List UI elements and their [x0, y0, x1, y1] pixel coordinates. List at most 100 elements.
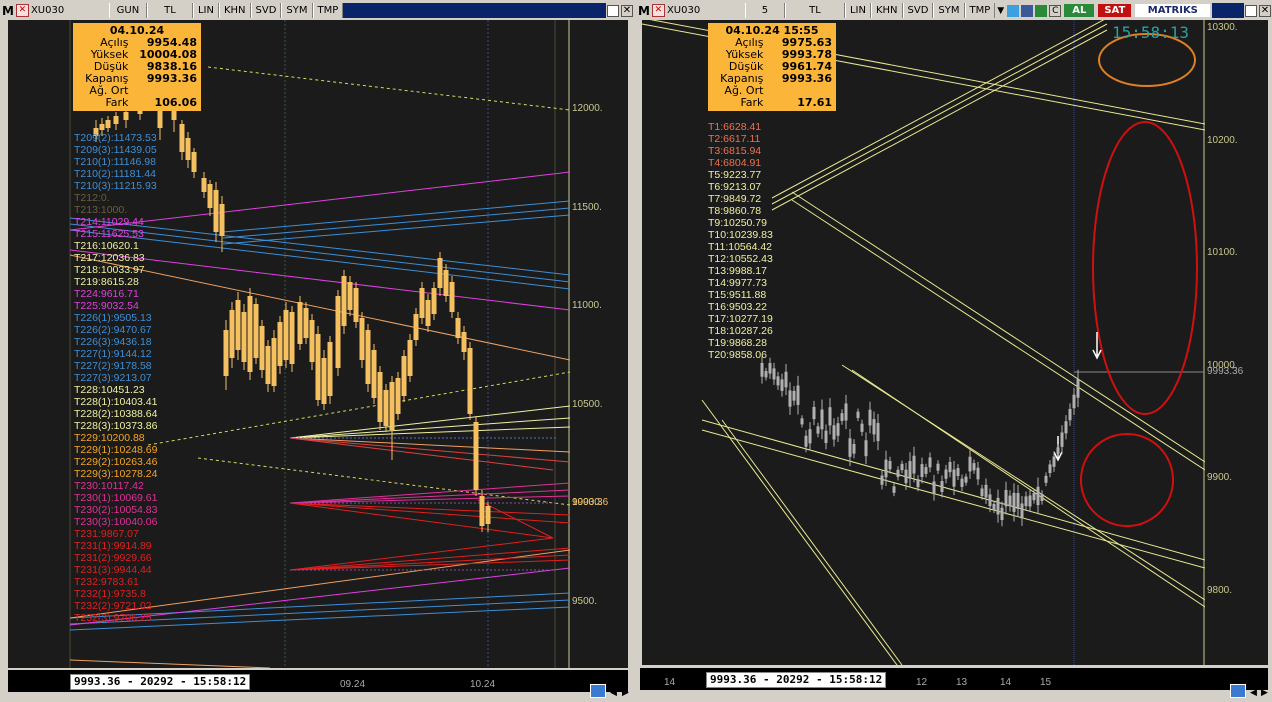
- twitter-icon[interactable]: [1007, 4, 1020, 17]
- candle[interactable]: [1020, 503, 1024, 519]
- symbol-flag-icon[interactable]: ✕: [15, 4, 29, 17]
- level-label[interactable]: T229(2):10263.46: [74, 456, 157, 468]
- candle[interactable]: [916, 479, 920, 488]
- level-label[interactable]: T230(2):10054.83: [74, 504, 157, 516]
- right-symbol[interactable]: XU030: [667, 5, 745, 16]
- candle[interactable]: [353, 288, 359, 322]
- candle[interactable]: [223, 330, 229, 376]
- candle[interactable]: [1008, 495, 1012, 507]
- candle[interactable]: [219, 204, 225, 236]
- candle[interactable]: [988, 494, 992, 507]
- candle[interactable]: [1012, 492, 1016, 512]
- trend-line[interactable]: [289, 417, 570, 439]
- candle[interactable]: [401, 356, 407, 396]
- candle[interactable]: [844, 403, 848, 421]
- candle[interactable]: [431, 288, 437, 314]
- level-label[interactable]: T232:9783.61: [74, 576, 157, 588]
- candle[interactable]: [760, 362, 764, 377]
- tmp-button[interactable]: TMP: [312, 3, 344, 18]
- trend-line[interactable]: [147, 371, 570, 446]
- candle[interactable]: [247, 296, 253, 372]
- candle[interactable]: [259, 326, 265, 370]
- khn-button[interactable]: KHN: [218, 3, 251, 18]
- candle[interactable]: [377, 372, 383, 422]
- trend-line[interactable]: [289, 426, 570, 439]
- level-label[interactable]: T5:9223.77: [708, 169, 773, 181]
- candle[interactable]: [425, 300, 431, 326]
- candle[interactable]: [443, 270, 449, 296]
- candle[interactable]: [980, 488, 984, 497]
- candle[interactable]: [201, 178, 207, 192]
- level-label[interactable]: T210(1):11146.98: [74, 156, 157, 168]
- level-label[interactable]: T230:10117.42: [74, 480, 157, 492]
- trend-line[interactable]: [791, 191, 1205, 463]
- buy-button[interactable]: AL: [1064, 4, 1095, 17]
- candle[interactable]: [884, 459, 888, 478]
- candle[interactable]: [772, 368, 776, 380]
- level-label[interactable]: T230(3):10040.06: [74, 516, 157, 528]
- candle[interactable]: [413, 314, 419, 340]
- candle[interactable]: [1044, 475, 1048, 483]
- trend-line[interactable]: [701, 429, 1205, 569]
- candle[interactable]: [964, 476, 968, 483]
- trend-line[interactable]: [851, 369, 1205, 608]
- candle[interactable]: [371, 350, 377, 398]
- close-icon[interactable]: ✕: [1259, 4, 1271, 17]
- candle[interactable]: [303, 308, 309, 338]
- candle[interactable]: [185, 138, 191, 160]
- level-label[interactable]: T10:10239.83: [708, 229, 773, 241]
- khn-button[interactable]: KHN: [870, 3, 903, 18]
- candle[interactable]: [191, 152, 197, 172]
- level-label[interactable]: T232(3):9706.25: [74, 612, 157, 624]
- candle[interactable]: [157, 110, 163, 128]
- trend-line[interactable]: [289, 547, 570, 571]
- candle[interactable]: [912, 455, 916, 474]
- candle[interactable]: [968, 456, 972, 472]
- level-label[interactable]: T219:8615.28: [74, 276, 157, 288]
- candle[interactable]: [229, 310, 235, 358]
- level-label[interactable]: T218:10033.97: [74, 264, 157, 276]
- candle[interactable]: [395, 378, 401, 414]
- candle[interactable]: [972, 463, 976, 471]
- level-label[interactable]: T231(2):9929.66: [74, 552, 157, 564]
- level-label[interactable]: T226(2):9470.67: [74, 324, 157, 336]
- level-label[interactable]: T15:9511.88: [708, 289, 773, 301]
- sell-button[interactable]: SAT: [1098, 4, 1132, 17]
- candle[interactable]: [880, 475, 884, 485]
- level-label[interactable]: T14:9977.73: [708, 277, 773, 289]
- trend-line[interactable]: [289, 437, 554, 471]
- trend-line[interactable]: [222, 207, 570, 239]
- tmp-button[interactable]: TMP: [964, 3, 996, 18]
- candle[interactable]: [1076, 379, 1080, 398]
- right-chart-area[interactable]: 04.10.24 15:55 Açılış 9975.63 Yüksek 9993.7…: [642, 20, 1205, 665]
- candle[interactable]: [872, 419, 876, 435]
- level-label[interactable]: T227(1):9144.12: [74, 348, 157, 360]
- level-label[interactable]: T228(1):10403.41: [74, 396, 157, 408]
- period-button[interactable]: GUN: [108, 3, 147, 18]
- candle[interactable]: [1004, 489, 1008, 507]
- level-label[interactable]: T216:10620.1: [74, 240, 157, 252]
- level-label[interactable]: T217:12036.83: [74, 252, 157, 264]
- candle[interactable]: [992, 503, 996, 511]
- level-label[interactable]: T229(1):10248.69: [74, 444, 157, 456]
- candle[interactable]: [1024, 496, 1028, 507]
- lin-button[interactable]: LIN: [192, 3, 219, 18]
- candle[interactable]: [235, 300, 241, 350]
- trend-line[interactable]: [701, 399, 898, 665]
- minimize-icon[interactable]: [607, 4, 619, 17]
- candle[interactable]: [896, 469, 900, 477]
- candle[interactable]: [1060, 432, 1064, 447]
- level-label[interactable]: T6:9213.07: [708, 181, 773, 193]
- candle[interactable]: [1064, 421, 1068, 434]
- candle[interactable]: [788, 390, 792, 407]
- level-label[interactable]: T229(3):10278.24: [74, 468, 157, 480]
- candle[interactable]: [944, 469, 948, 479]
- candle[interactable]: [924, 467, 928, 474]
- candle[interactable]: [764, 371, 768, 378]
- scroll-right-icon[interactable]: ▶: [622, 687, 629, 698]
- candle[interactable]: [804, 435, 808, 447]
- symbol-flag-icon[interactable]: ✕: [651, 4, 665, 17]
- candle[interactable]: [419, 288, 425, 318]
- candle[interactable]: [932, 481, 936, 495]
- level-label[interactable]: T13:9988.17: [708, 265, 773, 277]
